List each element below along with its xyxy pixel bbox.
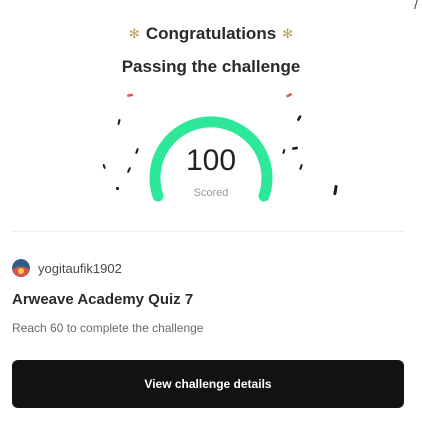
quiz-title: Arweave Academy Quiz 7 <box>12 291 194 308</box>
page-subtitle: Passing the challenge <box>121 57 301 76</box>
username: yogitaufik1902 <box>38 260 122 276</box>
user-info: yogitaufik1902 <box>12 259 122 277</box>
divider <box>12 231 404 232</box>
score-label: Scored <box>193 187 229 199</box>
score-value: 100 <box>185 144 237 177</box>
score-gauge: 100 Scored <box>0 86 422 226</box>
quiz-description: Reach 60 to complete the challenge <box>12 321 204 335</box>
result-header: ✻ Congratulations ✻ Passing the challeng… <box>0 24 422 77</box>
party-popper-icon: ✻ <box>282 26 294 41</box>
page-title: ✻ Congratulations ✻ <box>0 24 422 44</box>
corner-mark: / <box>414 0 418 12</box>
view-challenge-details-button[interactable]: View challenge details <box>12 360 404 408</box>
avatar <box>12 259 30 277</box>
party-popper-icon: ✻ <box>128 26 140 41</box>
title-text: Congratulations <box>145 24 277 43</box>
